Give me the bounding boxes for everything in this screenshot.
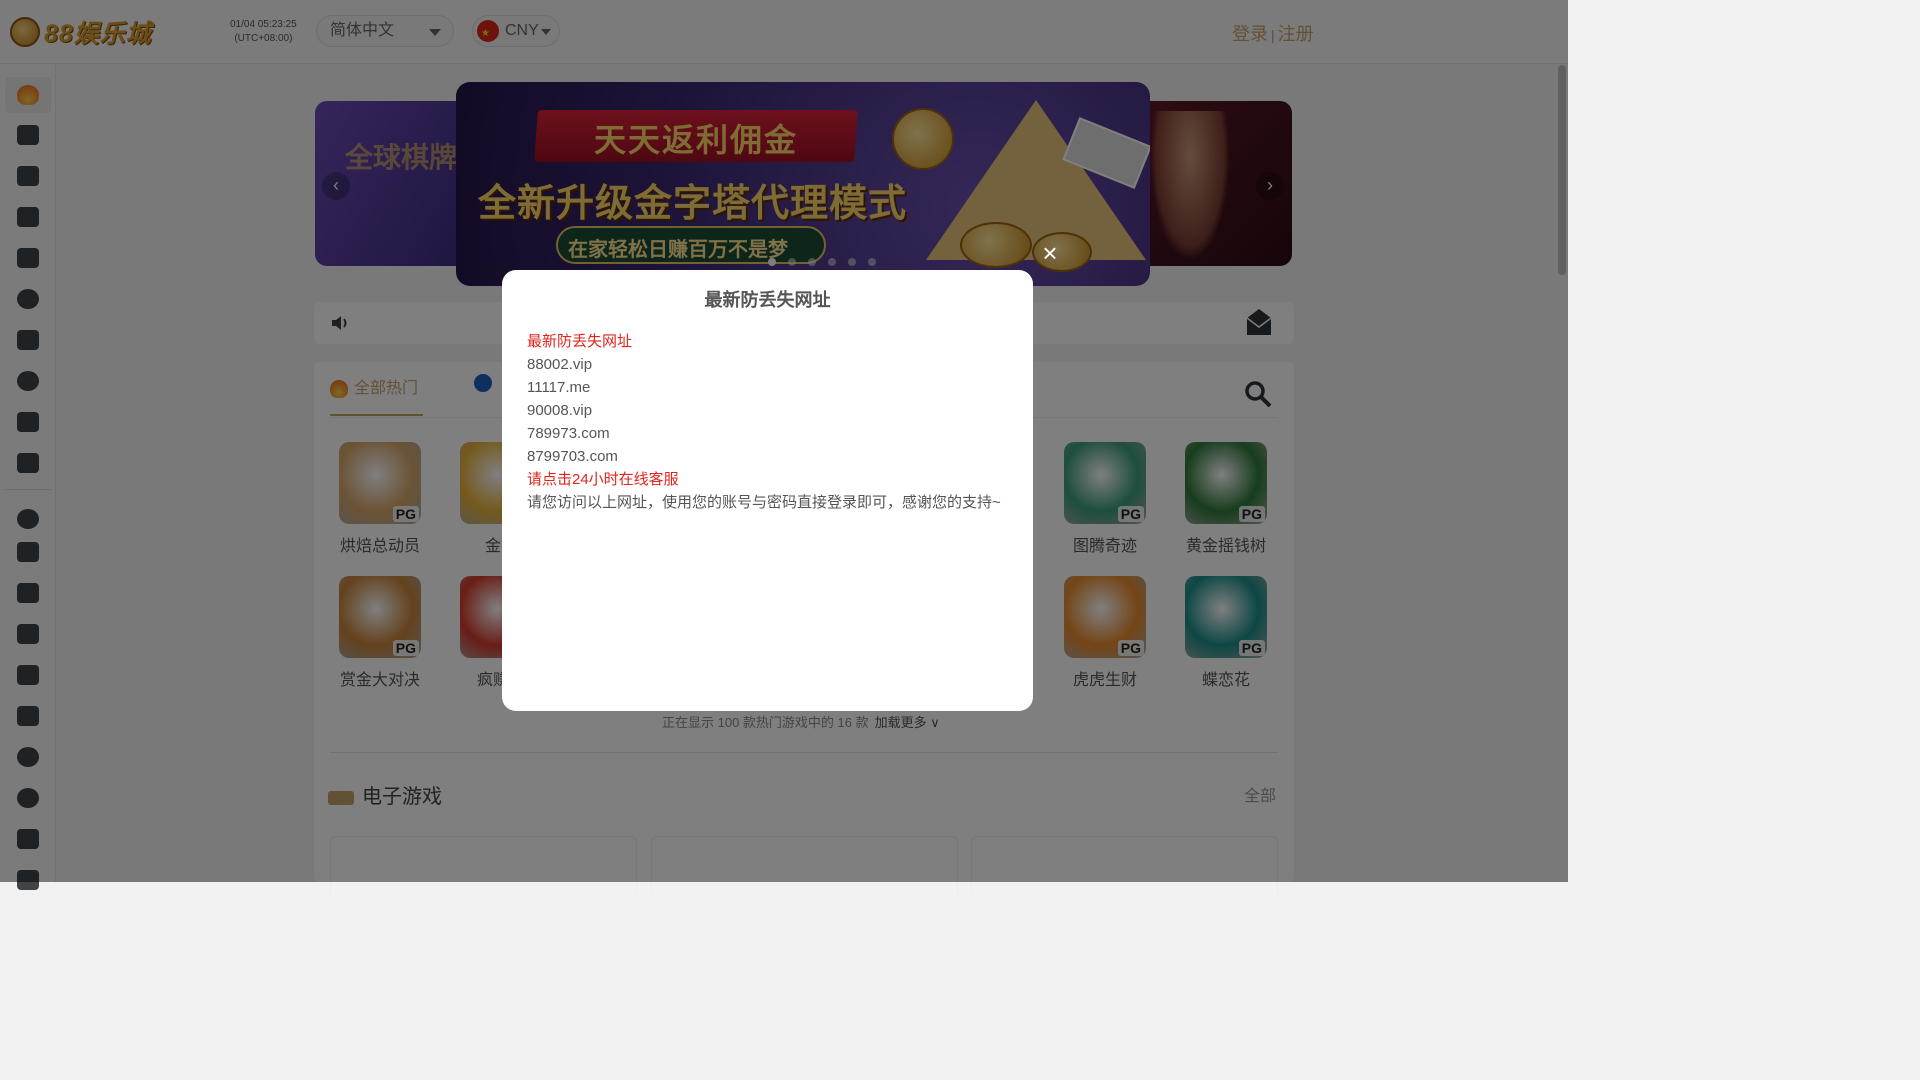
modal-line: 最新防丢失网址 xyxy=(527,333,633,350)
modal-note: 请您访问以上网址，使用您的账号与密码直接登录即可，感谢您的支持~ xyxy=(527,494,1001,511)
modal-title: 最新防丢失网址 xyxy=(704,290,831,310)
backup-url-link[interactable]: 8799703.com xyxy=(527,445,1001,468)
close-icon[interactable]: × xyxy=(1036,240,1064,268)
backup-url-link[interactable]: 11117.me xyxy=(527,376,1001,399)
backup-url-modal: 最新防丢失网址 最新防丢失网址 88002.vip 11117.me 90008… xyxy=(502,270,1033,711)
customer-service-link[interactable]: 请点击24小时在线客服 xyxy=(527,468,1001,491)
backup-url-link[interactable]: 90008.vip xyxy=(527,399,1001,422)
backup-url-link[interactable]: 88002.vip xyxy=(527,353,1001,376)
backup-url-link[interactable]: 789973.com xyxy=(527,422,1001,445)
modal-body: 最新防丢失网址 88002.vip 11117.me 90008.vip 789… xyxy=(527,330,1001,514)
